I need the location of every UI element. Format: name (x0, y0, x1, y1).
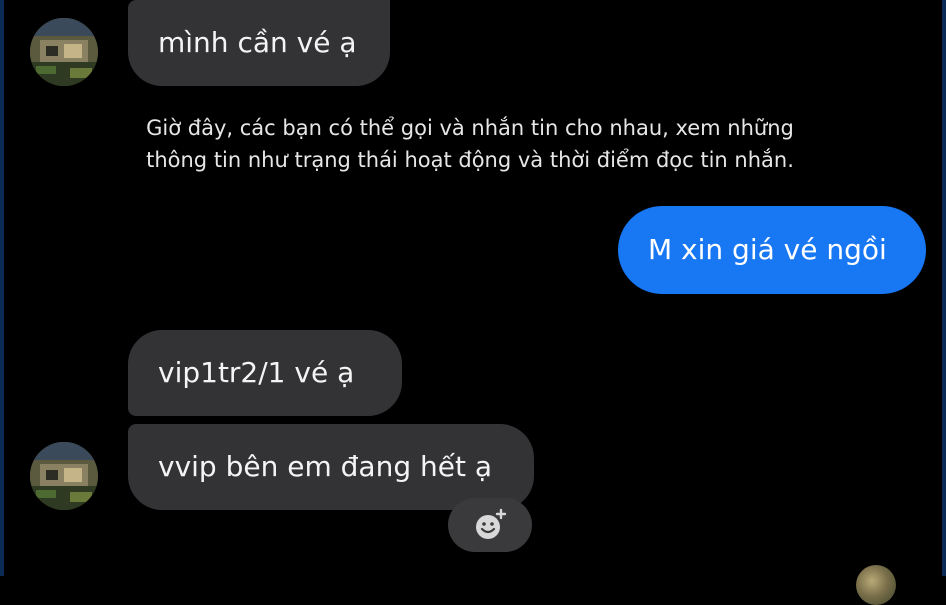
read-receipt-avatar (856, 565, 896, 605)
message-text: M xin giá vé ngồi (648, 233, 887, 266)
message-text: vvip bên em đang hết ạ (158, 450, 493, 483)
message-bubble-outgoing[interactable]: M xin giá vé ngồi (618, 206, 926, 294)
message-bubble-incoming[interactable]: mình cần vé ạ (128, 0, 390, 86)
notice-line-1: Giờ đây, các bạn có thể gọi và nhắn tin … (146, 116, 794, 140)
message-text: mình cần vé ạ (158, 26, 357, 59)
window-edge-right (942, 0, 946, 576)
avatar-image-icon (30, 18, 98, 86)
window-edge-left (0, 0, 4, 576)
contact-avatar[interactable] (30, 18, 98, 86)
encryption-notice: Giờ đây, các bạn có thể gọi và nhắn tin … (120, 112, 820, 176)
notice-line-2: thông tin như trạng thái hoạt động và th… (146, 148, 794, 172)
add-reaction-icon (476, 508, 507, 539)
contact-avatar[interactable] (30, 442, 98, 510)
add-reaction-button[interactable] (448, 498, 532, 552)
avatar-image-icon (30, 442, 98, 510)
message-text: vip1tr2/1 vé ạ (158, 356, 355, 389)
message-bubble-incoming[interactable]: vip1tr2/1 vé ạ (128, 330, 402, 416)
